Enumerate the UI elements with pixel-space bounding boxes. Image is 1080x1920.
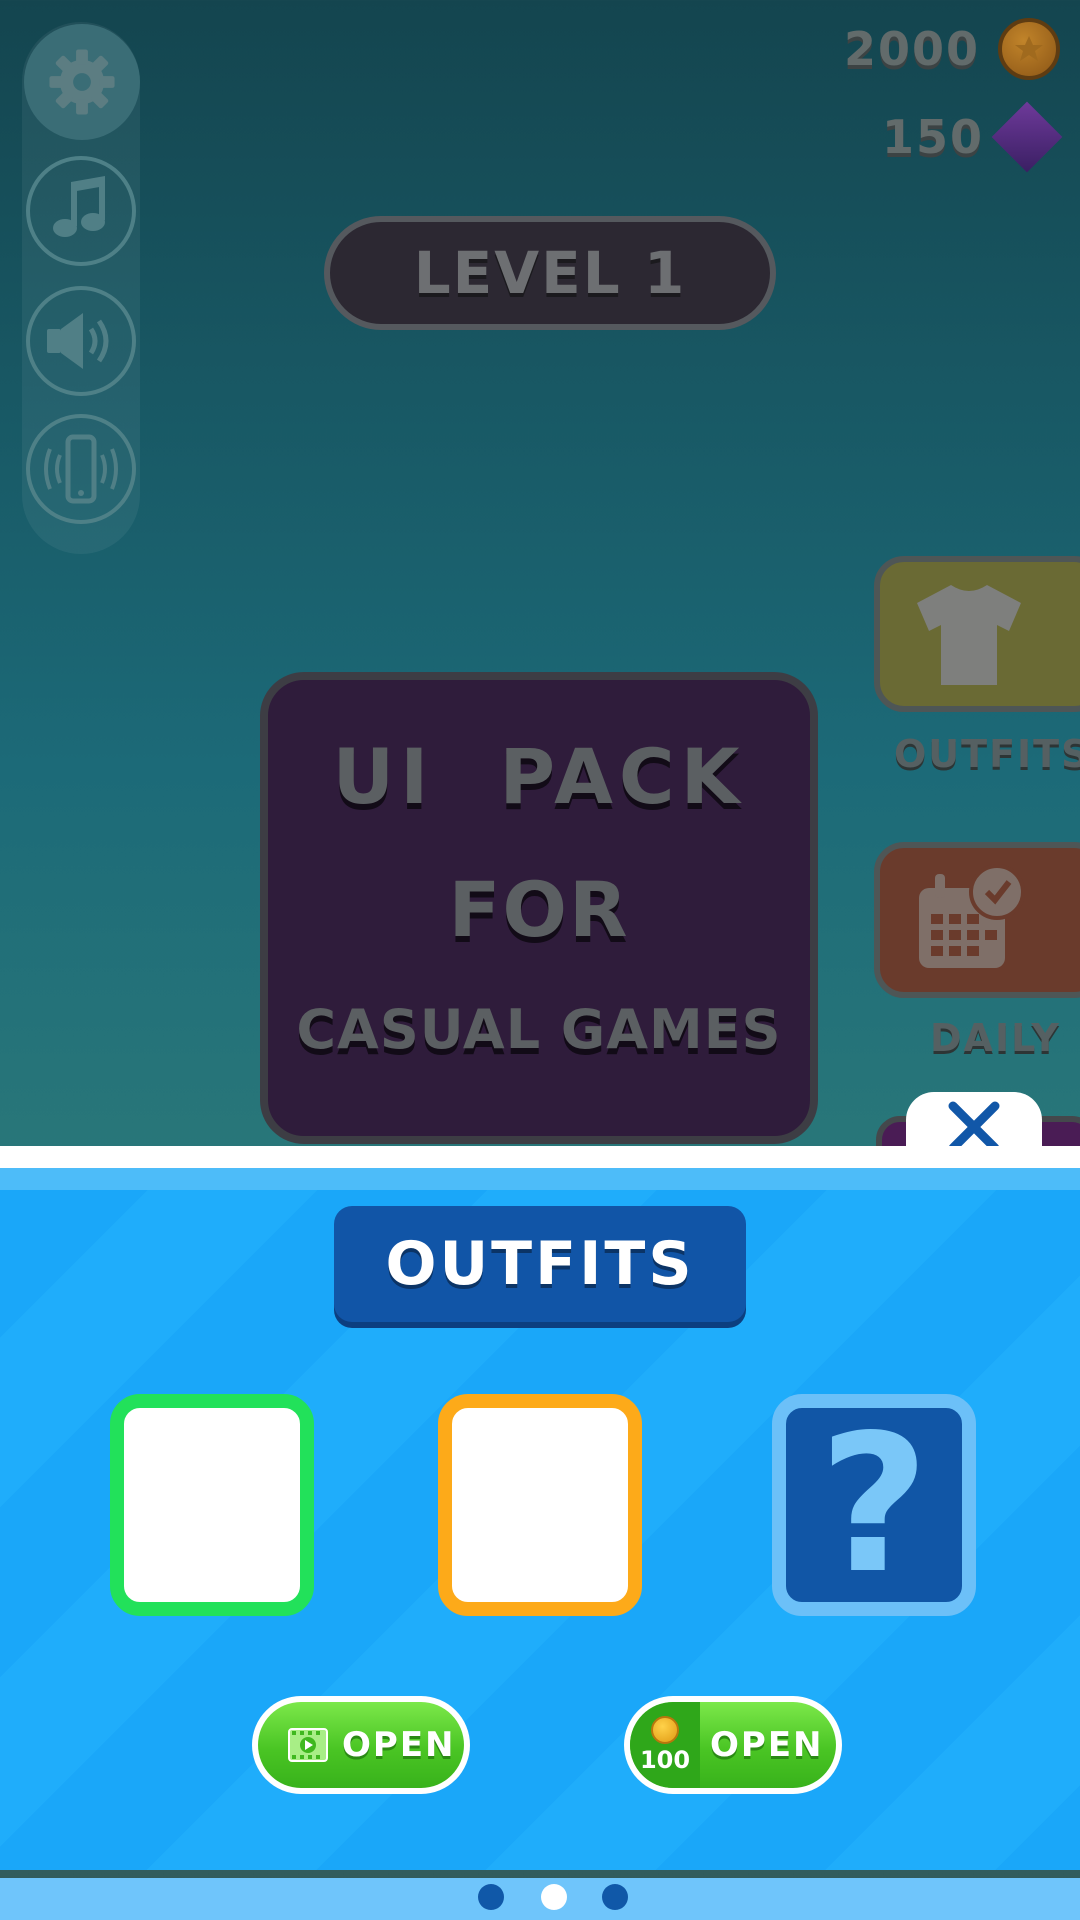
promo-line-3: CASUAL GAMES: [296, 998, 782, 1061]
level-label: LEVEL 1: [324, 216, 776, 330]
video-ad-icon: [288, 1728, 328, 1762]
gem-amount: 150: [881, 110, 984, 164]
open-with-video-button[interactable]: OPEN: [252, 1696, 470, 1794]
outfit-slot-3[interactable]: ?: [772, 1394, 976, 1616]
speaker-icon: [47, 313, 109, 369]
price-block: 100: [630, 1702, 700, 1788]
outfits-panel: OUTFITS ? OPEN 100 OPEN: [0, 1168, 1080, 1870]
promo-line-2: FOR: [448, 865, 630, 954]
coin-open-label: OPEN: [710, 1725, 824, 1765]
coin-icon: [998, 18, 1060, 80]
open-with-coins-button[interactable]: 100 OPEN: [624, 1696, 842, 1794]
calendar-clock-icon: [919, 864, 1025, 968]
video-open-label: OPEN: [342, 1725, 456, 1765]
outfits-menu-label: OUTFITS: [894, 732, 1080, 776]
pagination-bar: [0, 1878, 1080, 1920]
coin-amount: 2000: [843, 22, 980, 76]
daily-menu-label: DAILY: [930, 1016, 1061, 1060]
vibration-icon: [44, 434, 118, 504]
background-game-screen: 2000 150 LEVEL 1 UI PACK FOR CASUAL GAME…: [0, 0, 1080, 1156]
panel-top-stripe: [0, 1168, 1080, 1190]
outfit-slot-1[interactable]: [110, 1394, 314, 1616]
open-price: 100: [639, 1746, 691, 1774]
gear-icon: [49, 49, 115, 115]
gem-icon: [991, 101, 1063, 173]
daily-menu-button[interactable]: [874, 842, 1080, 998]
panel-top-border: [0, 1146, 1080, 1168]
page-dot-2[interactable]: [541, 1884, 567, 1910]
sound-toggle-button[interactable]: [26, 286, 136, 396]
gem-counter: 150: [881, 101, 1063, 173]
promo-card: UI PACK FOR CASUAL GAMES: [260, 672, 818, 1144]
coin-icon: [651, 1716, 679, 1744]
outfits-menu-button[interactable]: [874, 556, 1080, 712]
music-toggle-button[interactable]: [26, 156, 136, 266]
tshirt-icon: [917, 585, 1021, 685]
panel-title: OUTFITS: [334, 1206, 746, 1322]
outfit-slot-2[interactable]: [438, 1394, 642, 1616]
question-mark-icon: ?: [818, 1394, 930, 1615]
vibration-toggle-button[interactable]: [26, 414, 136, 524]
promo-line-1: UI PACK: [332, 732, 746, 821]
page-dot-1[interactable]: [478, 1884, 504, 1910]
settings-button[interactable]: [24, 24, 140, 140]
page-dot-3[interactable]: [602, 1884, 628, 1910]
coin-counter: 2000: [844, 18, 1060, 80]
music-icon: [53, 176, 105, 237]
